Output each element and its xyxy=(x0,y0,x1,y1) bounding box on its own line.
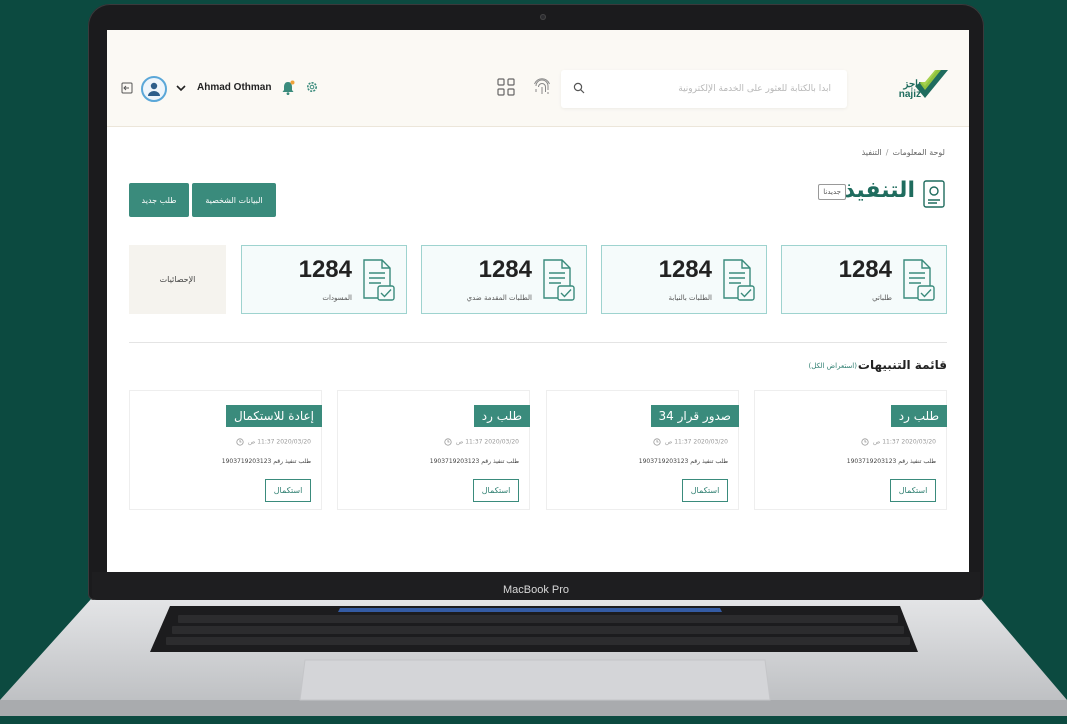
chevron-down-icon[interactable] xyxy=(175,83,187,93)
stat-card-drafts[interactable]: 1284 المسودات xyxy=(241,245,407,314)
stat-label: الطلبات المقدمة ضدي xyxy=(466,294,532,302)
alert-tag: طلب رد xyxy=(473,405,530,427)
alert-time: 2020/03/20 11:37 ص xyxy=(653,438,728,446)
alert-card: صدور قرار 34 2020/03/20 11:37 ص طلب تنفي… xyxy=(546,390,739,510)
logout-icon[interactable] xyxy=(121,82,133,94)
alerts-title: قائمة التنبيهات xyxy=(857,358,947,372)
user-icon xyxy=(148,82,160,96)
breadcrumb: لوحة المعلومات/التنفيذ xyxy=(862,148,945,157)
bell-icon[interactable] xyxy=(281,80,295,96)
avatar[interactable] xyxy=(141,76,167,102)
complete-button[interactable]: استكمال xyxy=(890,479,936,502)
alert-time-text: 2020/03/20 11:37 ص xyxy=(873,438,936,446)
fingerprint-icon[interactable] xyxy=(533,78,551,98)
alert-time: 2020/03/20 11:37 ص xyxy=(444,438,519,446)
stat-number: 1284 xyxy=(838,256,892,283)
camera xyxy=(540,14,546,20)
document-check-icon xyxy=(723,259,755,301)
view-all-link[interactable]: (استعراض الكل) xyxy=(808,362,857,370)
stat-card-proxy-requests[interactable]: 1284 الطلبات بالنيابة xyxy=(601,245,767,314)
stat-label: طلباتي xyxy=(872,294,892,302)
device-label: MacBook Pro xyxy=(502,584,570,596)
alert-description: طلب تنفيذ رقم 1903719203123 xyxy=(846,458,936,465)
stat-number: 1284 xyxy=(298,256,352,283)
document-check-icon xyxy=(543,259,575,301)
stat-card-against-me[interactable]: 1284 الطلبات المقدمة ضدي xyxy=(421,245,587,314)
alert-card: إعادة للاستكمال 2020/03/20 11:37 ص طلب ت… xyxy=(129,390,322,510)
alert-description: طلب تنفيذ رقم 1903719203123 xyxy=(429,458,519,465)
stat-number: 1284 xyxy=(478,256,532,283)
username[interactable]: Ahmad Othman xyxy=(197,82,271,93)
logo-text: ناجز najiz xyxy=(899,80,921,100)
document-check-icon xyxy=(903,259,935,301)
alert-tag: إعادة للاستكمال xyxy=(225,405,322,427)
statistics-button[interactable]: الإحصائيات xyxy=(129,245,226,314)
execution-doc-icon xyxy=(923,180,945,208)
document-check-icon xyxy=(363,259,395,301)
breadcrumb-current: التنفيذ xyxy=(861,148,882,157)
clock-icon xyxy=(653,438,661,446)
complete-button[interactable]: استكمال xyxy=(473,479,519,502)
clock-icon xyxy=(236,438,244,446)
alert-description: طلب تنفيذ رقم 1903719203123 xyxy=(221,458,311,465)
search-box xyxy=(561,70,847,108)
screen: ناجز najiz ابدأ بالكتابة للعثور على الخد… xyxy=(107,30,969,572)
clock-icon xyxy=(861,438,869,446)
search-icon[interactable] xyxy=(573,82,585,94)
alert-time-text: 2020/03/20 11:37 ص xyxy=(665,438,728,446)
alert-time: 2020/03/20 11:37 ص xyxy=(861,438,936,446)
stat-label: المسودات xyxy=(322,294,352,302)
stat-card-my-requests[interactable]: 1284 طلباتي xyxy=(781,245,947,314)
alert-time-text: 2020/03/20 11:37 ص xyxy=(248,438,311,446)
alert-tag: صدور قرار 34 xyxy=(650,405,739,427)
alert-tag: طلب رد xyxy=(890,405,947,427)
stat-label: الطلبات بالنيابة xyxy=(668,294,712,302)
alert-card: طلب رد 2020/03/20 11:37 ص طلب تنفيذ رقم … xyxy=(337,390,530,510)
laptop-chin: MacBook Pro xyxy=(92,572,980,600)
new-request-button[interactable]: طلب جديد xyxy=(129,183,189,217)
clock-icon xyxy=(444,438,452,446)
alert-card: طلب رد 2020/03/20 11:37 ص طلب تنفيذ رقم … xyxy=(754,390,947,510)
alert-time-text: 2020/03/20 11:37 ص xyxy=(456,438,519,446)
alert-description: طلب تنفيذ رقم 1903719203123 xyxy=(638,458,728,465)
alert-time: 2020/03/20 11:37 ص xyxy=(236,438,311,446)
stat-number: 1284 xyxy=(658,256,712,283)
complete-button[interactable]: استكمال xyxy=(682,479,728,502)
new-badge[interactable]: جديدنا xyxy=(818,184,846,200)
breadcrumb-separator: / xyxy=(885,148,889,157)
search-input[interactable] xyxy=(595,79,831,99)
page-title: التنفيذ xyxy=(843,178,915,203)
divider xyxy=(129,342,947,343)
gear-icon[interactable] xyxy=(306,81,318,93)
complete-button[interactable]: استكمال xyxy=(265,479,311,502)
top-header: ناجز najiz ابدأ بالكتابة للعثور على الخد… xyxy=(107,30,969,127)
personal-data-button[interactable]: البيانات الشخصية xyxy=(192,183,276,217)
apps-grid-icon[interactable] xyxy=(497,78,515,96)
breadcrumb-home[interactable]: لوحة المعلومات xyxy=(892,148,945,157)
logo-text-latin: najiz xyxy=(898,89,921,100)
